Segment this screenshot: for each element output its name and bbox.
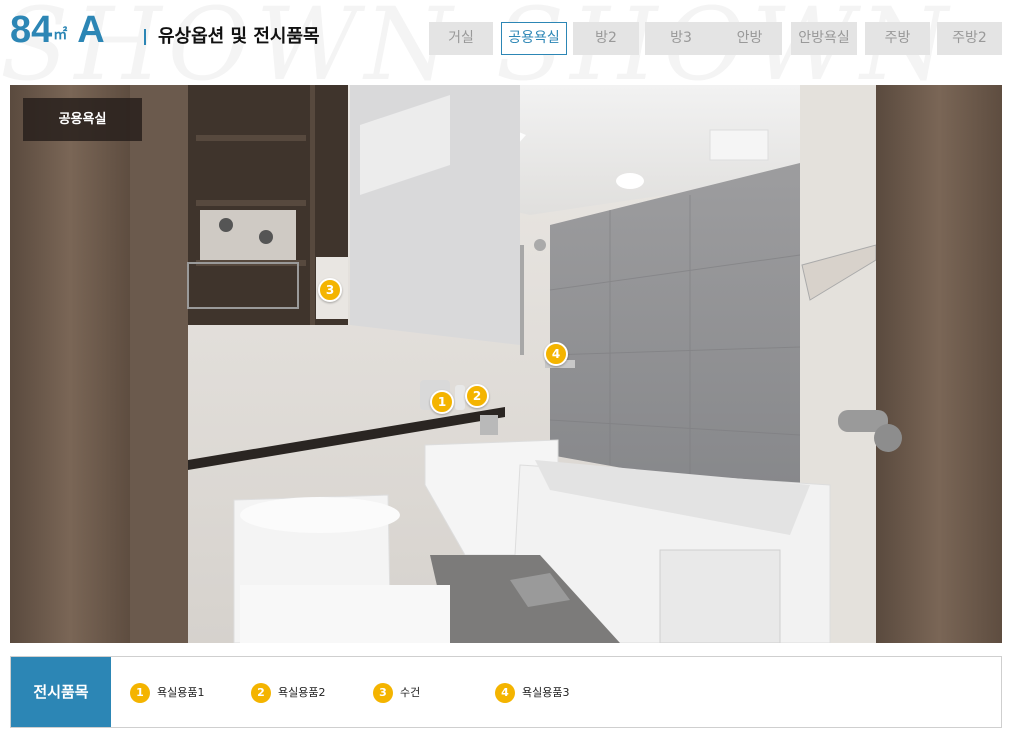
legend-number: 2 — [251, 683, 271, 703]
legend-number: 1 — [130, 683, 150, 703]
exhibit-legend: 전시품목 1 욕실용품1 2 욕실용품2 3 수건 4 욕실용품3 — [10, 656, 1002, 728]
hotspot-marker-3[interactable]: 3 — [318, 278, 342, 302]
title-divider — [144, 29, 146, 45]
tab-kitchen2[interactable]: 주방2 — [937, 22, 1002, 55]
section-title: 유상옵션 및 전시품목 — [158, 26, 320, 47]
room-label: 공용욕실 — [23, 98, 142, 141]
legend-number: 3 — [373, 683, 393, 703]
tab-room3[interactable]: 방3 — [645, 22, 717, 55]
room-photo: 공용욕실 3 4 1 2 — [10, 85, 1002, 643]
header: 84㎡ A 유상옵션 및 전시품목 거실 공용욕실 방2 방3 안방 안방욕실 주… — [0, 0, 1022, 70]
legend-label: 욕실용품3 — [522, 686, 570, 699]
tab-room2[interactable]: 방2 — [573, 22, 639, 55]
legend-title: 전시품목 — [11, 657, 111, 727]
legend-number: 4 — [495, 683, 515, 703]
legend-label: 욕실용품1 — [157, 686, 205, 699]
tab-kitchen[interactable]: 주방 — [865, 22, 930, 55]
hotspot-marker-1[interactable]: 1 — [430, 390, 454, 414]
hotspot-marker-4[interactable]: 4 — [544, 342, 568, 366]
plan-number: 84 — [10, 9, 53, 51]
legend-label: 수건 — [400, 686, 421, 699]
tab-master-room[interactable]: 안방 — [717, 22, 782, 55]
plan-title: 84㎡ A — [10, 8, 105, 52]
hotspot-marker-2[interactable]: 2 — [465, 384, 489, 408]
plan-unit: ㎡ — [53, 26, 68, 42]
tab-master-bathroom[interactable]: 안방욕실 — [791, 22, 857, 55]
plan-type: A — [77, 9, 105, 51]
legend-label: 욕실용품2 — [278, 686, 326, 699]
bathroom-illustration — [10, 85, 1002, 643]
tab-common-bathroom[interactable]: 공용욕실 — [501, 22, 567, 55]
tab-living-room[interactable]: 거실 — [429, 22, 493, 55]
